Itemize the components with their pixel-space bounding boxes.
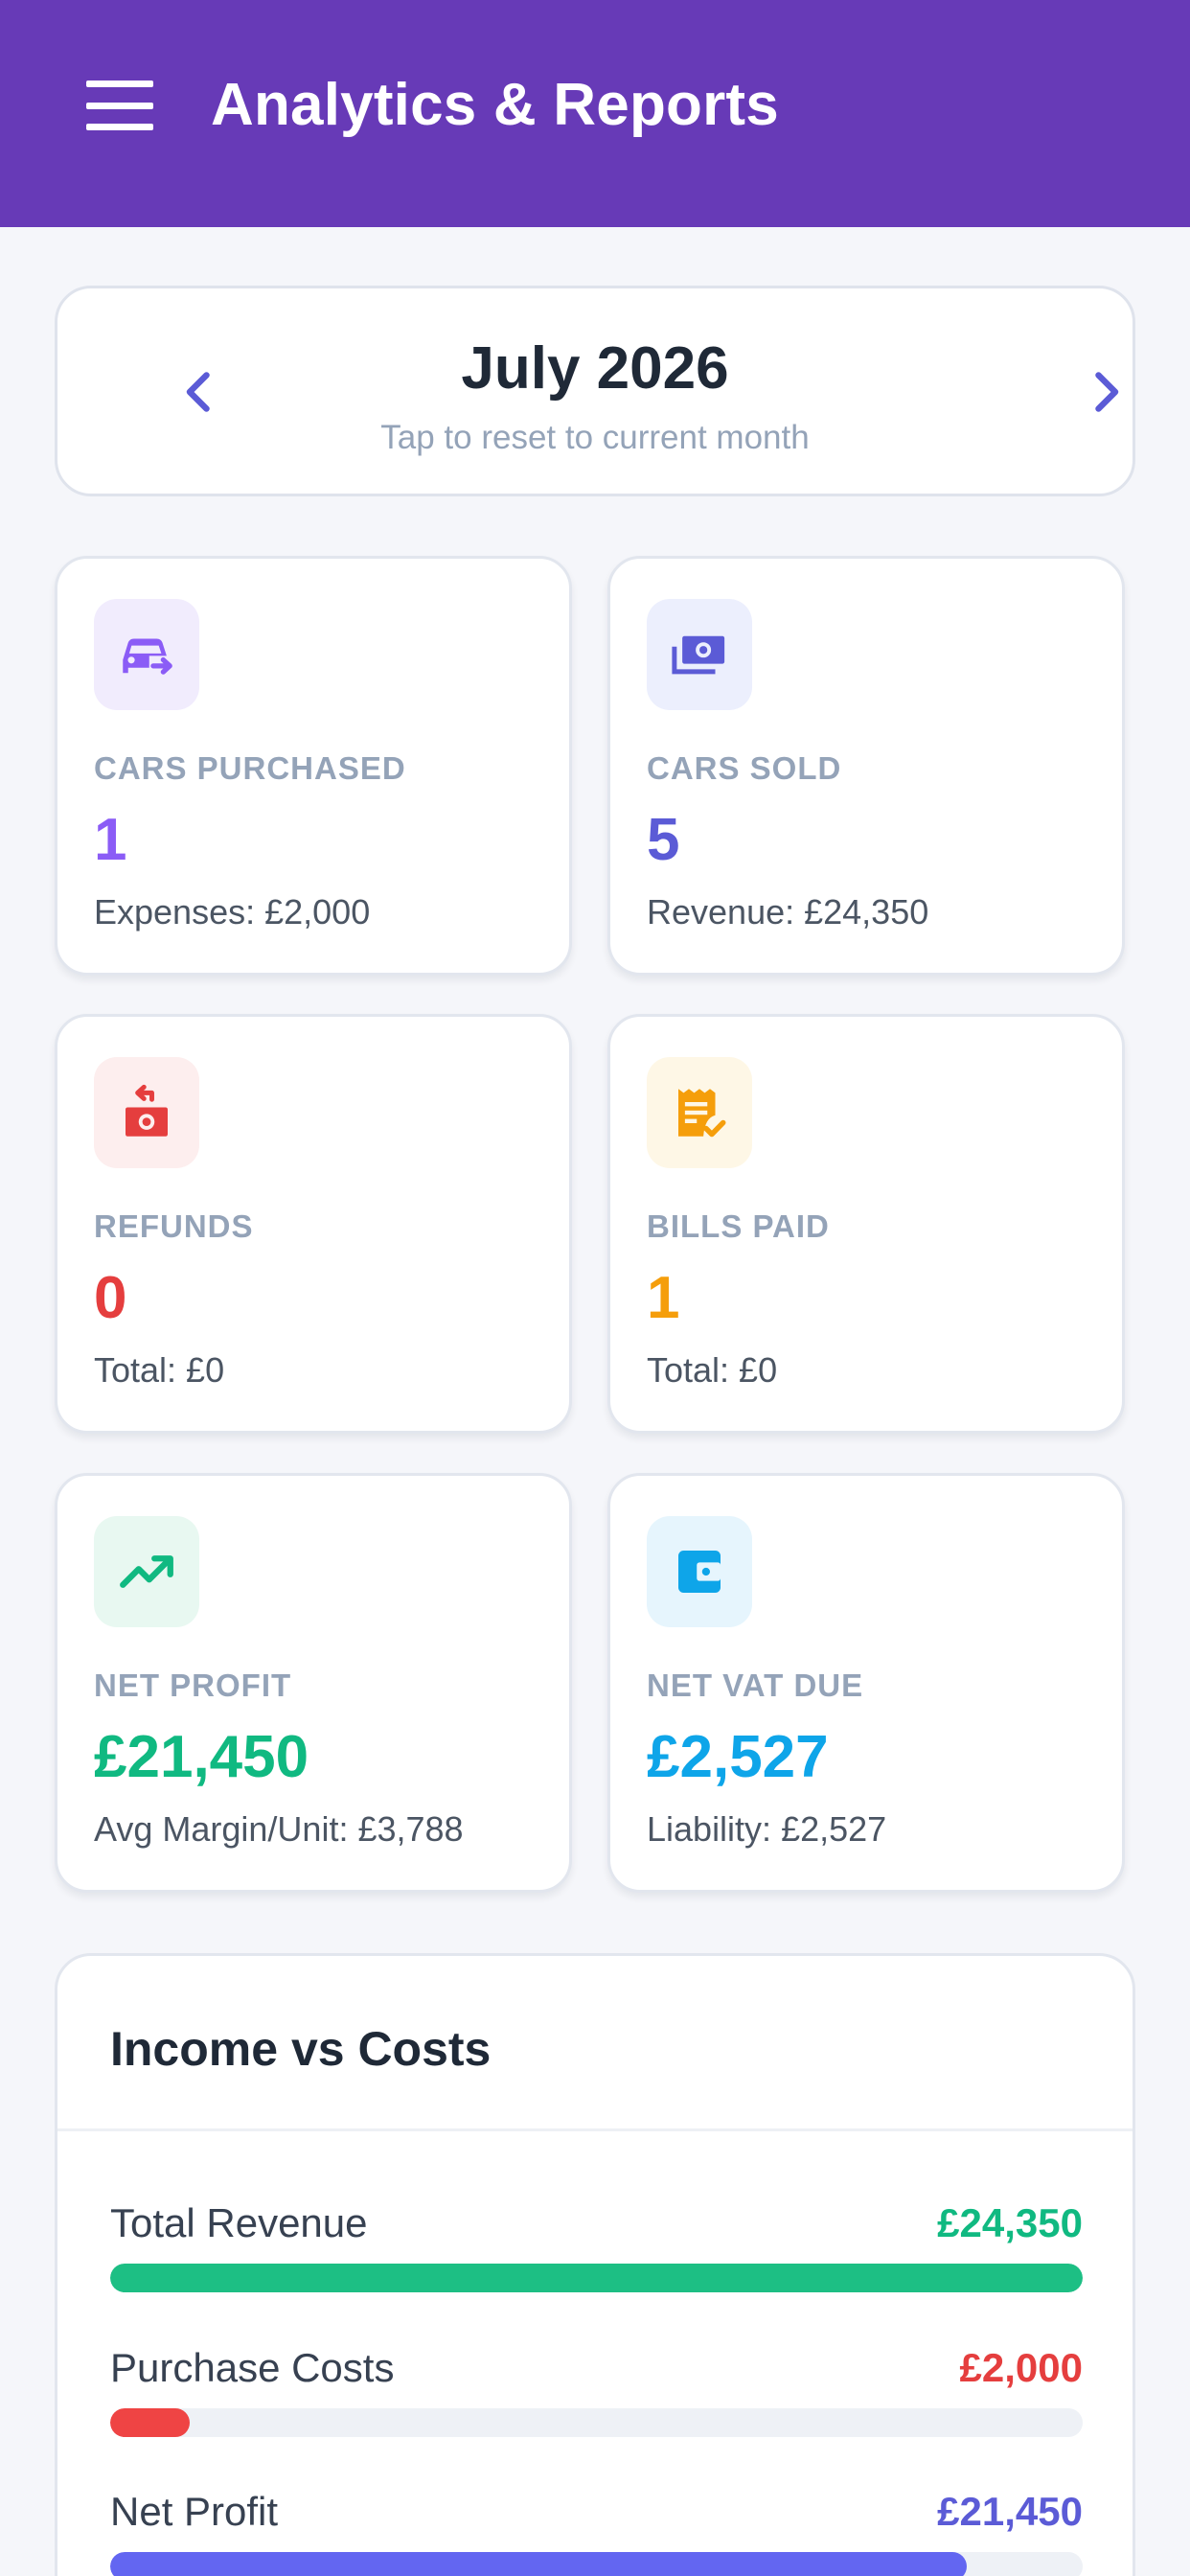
stat-value: 1	[647, 1265, 680, 1331]
stat-label: NET VAT DUE	[647, 1668, 864, 1703]
stat-value: £2,527	[647, 1724, 829, 1790]
stat-subtext: Expenses: £2,000	[94, 892, 371, 932]
row-amount: £24,350	[937, 2200, 1083, 2245]
divider	[57, 2128, 1133, 2131]
stat-card-bills-paid[interactable]: BILLS PAID 1 Total: £0	[607, 1014, 1125, 1434]
stat-label: CARS SOLD	[647, 750, 842, 786]
money-return-icon	[126, 1084, 168, 1137]
stat-label: NET PROFIT	[94, 1668, 292, 1703]
month-selector[interactable]: July 2026 Tap to reset to current month	[55, 286, 1135, 496]
stat-card-net-vat-due[interactable]: NET VAT DUE £2,527 Liability: £2,527	[607, 1473, 1125, 1893]
menu-icon[interactable]	[86, 80, 153, 130]
row-label: Total Revenue	[110, 2200, 368, 2245]
banknotes-icon-box	[647, 599, 752, 710]
stat-card-cars-purchased[interactable]: CARS PURCHASED 1 Expenses: £2,000	[55, 556, 572, 976]
car-arrow-icon	[123, 638, 172, 675]
stat-subtext: Avg Margin/Unit: £3,788	[94, 1809, 464, 1849]
stat-card-net-profit[interactable]: NET PROFIT £21,450 Avg Margin/Unit: £3,7…	[55, 1473, 572, 1893]
trending-up-icon	[120, 1555, 173, 1588]
wallet-icon	[678, 1551, 721, 1593]
income-vs-costs-card: Income vs Costs Total Revenue £24,350 Pu…	[55, 1953, 1135, 2576]
row-label: Purchase Costs	[110, 2345, 395, 2390]
progress-fill	[110, 2408, 191, 2437]
wallet-icon-box	[647, 1516, 752, 1627]
stat-label: BILLS PAID	[647, 1208, 830, 1244]
progress-track	[110, 2264, 1083, 2292]
stat-value: £21,450	[94, 1724, 309, 1790]
row-amount: £21,450	[937, 2489, 1083, 2534]
stat-value: 5	[647, 807, 680, 873]
stat-value: 0	[94, 1265, 127, 1331]
stat-label: CARS PURCHASED	[94, 750, 406, 786]
trending-up-icon-box	[94, 1516, 199, 1627]
month-reset-hint: Tap to reset to current month	[380, 419, 810, 456]
section-title: Income vs Costs	[110, 2022, 492, 2076]
progress-fill	[110, 2264, 1083, 2292]
progress-fill	[110, 2552, 968, 2576]
stat-subtext: Revenue: £24,350	[647, 892, 929, 932]
month-label[interactable]: July 2026	[57, 334, 1133, 402]
row-amount: £2,000	[959, 2345, 1083, 2390]
stat-subtext: Total: £0	[94, 1350, 225, 1390]
stat-subtext: Liability: £2,527	[647, 1809, 887, 1849]
stat-card-cars-sold[interactable]: CARS SOLD 5 Revenue: £24,350	[607, 556, 1125, 976]
progress-track	[110, 2408, 1083, 2437]
receipt-check-icon	[678, 1089, 726, 1138]
receipt-check-icon-box	[647, 1057, 752, 1168]
chevron-right-icon[interactable]	[1077, 363, 1134, 421]
app-bar: Analytics & Reports	[0, 0, 1190, 227]
page-title: Analytics & Reports	[211, 72, 779, 138]
car-arrow-icon-box	[94, 599, 199, 710]
money-return-icon-box	[94, 1057, 199, 1168]
banknotes-icon	[672, 635, 725, 675]
progress-track	[110, 2552, 1083, 2576]
stat-label: REFUNDS	[94, 1208, 254, 1244]
row-label: Net Profit	[110, 2489, 279, 2534]
stat-subtext: Total: £0	[647, 1350, 778, 1390]
stat-value: 1	[94, 807, 127, 873]
stat-card-refunds[interactable]: REFUNDS 0 Total: £0	[55, 1014, 572, 1434]
